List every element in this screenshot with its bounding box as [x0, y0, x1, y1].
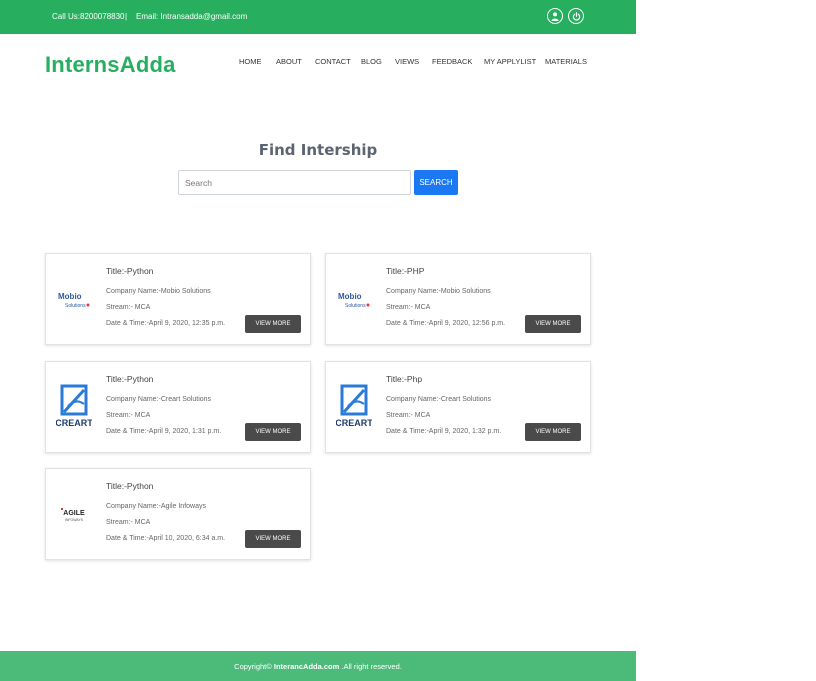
site-footer: Copyright© InterancAdda.com .All right r… — [0, 651, 636, 681]
nav-feedback[interactable]: FEEDBACK — [432, 57, 472, 66]
internship-card: Mobio Solutions Title:-Python Company Na… — [45, 253, 311, 345]
svg-text:CREART: CREART — [56, 418, 92, 428]
card-stream: Stream:- MCA — [106, 519, 151, 526]
user-icon[interactable] — [547, 8, 563, 24]
svg-text:AGILE: AGILE — [63, 510, 85, 517]
view-more-button[interactable]: VIEW MORE — [525, 423, 581, 441]
card-datetime: Date & Time:-April 9, 2020, 1:31 p.m. — [106, 428, 222, 435]
card-datetime: Date & Time:-April 10, 2020, 6:34 a.m. — [106, 535, 226, 542]
internship-card: CREART Title:-Php Company Name:-Creart S… — [325, 361, 591, 453]
top-contact-bar: Call Us:8200078830 | Email: Intransadda@… — [0, 0, 636, 34]
nav-views[interactable]: VIEWS — [395, 57, 419, 66]
svg-text:CREART: CREART — [336, 418, 372, 428]
svg-text:Solutions: Solutions — [65, 303, 86, 309]
footer-copyright-prefix: Copyright© — [234, 662, 274, 671]
nav-contact[interactable]: CONTACT — [315, 57, 351, 66]
card-company: Company Name:-Mobio Solutions — [106, 288, 211, 295]
mobio-logo: Mobio Solutions — [56, 282, 92, 318]
contact-separator: | — [125, 12, 128, 21]
view-more-button[interactable]: VIEW MORE — [245, 423, 301, 441]
card-datetime: Date & Time:-April 9, 2020, 1:32 p.m. — [386, 428, 502, 435]
user-icon-glyph — [551, 11, 559, 21]
mobio-logo: Mobio Solutions — [336, 282, 372, 318]
view-more-button[interactable]: VIEW MORE — [525, 315, 581, 333]
card-company: Company Name:-Creart Solutions — [106, 396, 212, 403]
svg-text:Solutions: Solutions — [345, 303, 366, 309]
card-datetime: Date & Time:-April 9, 2020, 12:35 p.m. — [106, 320, 226, 327]
card-stream: Stream:- MCA — [106, 412, 151, 419]
nav-my-applylist[interactable]: MY APPLYLIST — [484, 57, 536, 66]
footer-copyright-suffix: .All right reserved. — [339, 662, 402, 671]
card-title: Title:-Php — [386, 374, 423, 384]
page-title: Find Intership — [258, 141, 378, 159]
internship-card: CREART Title:-Python Company Name:-Crear… — [45, 361, 311, 453]
view-more-button[interactable]: VIEW MORE — [245, 315, 301, 333]
card-title: Title:-Python — [106, 266, 154, 276]
footer-site-link[interactable]: InterancAdda.com — [274, 662, 339, 671]
card-company: Company Name:-Mobio Solutions — [386, 288, 491, 295]
card-stream: Stream:- MCA — [386, 412, 431, 419]
nav-about[interactable]: ABOUT — [276, 57, 302, 66]
search-input[interactable] — [178, 170, 411, 195]
creart-logo: CREART — [336, 384, 372, 430]
card-title: Title:-Python — [106, 481, 154, 491]
brand-logo[interactable]: InternsAdda — [45, 52, 176, 78]
contact-phone: Call Us:8200078830 — [52, 12, 125, 21]
creart-logo: CREART — [56, 384, 92, 430]
agile-logo: AGILE INFOWAYS — [56, 497, 92, 533]
internship-card: Mobio Solutions Title:-PHP Company Name:… — [325, 253, 591, 345]
contact-email: Email: Intransadda@gmail.com — [136, 12, 248, 21]
nav-blog[interactable]: BLOG — [361, 57, 382, 66]
site-header: InternsAdda HOME ABOUT CONTACT BLOG VIEW… — [0, 34, 636, 94]
card-company: Company Name:-Agile Infoways — [106, 503, 206, 510]
card-title: Title:-Python — [106, 374, 154, 384]
card-title: Title:-PHP — [386, 266, 425, 276]
card-stream: Stream:- MCA — [106, 304, 151, 311]
svg-text:Mobio: Mobio — [338, 292, 362, 301]
card-stream: Stream:- MCA — [386, 304, 431, 311]
card-datetime: Date & Time:-April 9, 2020, 12:56 p.m. — [386, 320, 506, 327]
svg-text:Mobio: Mobio — [58, 292, 82, 301]
search-button[interactable]: SEARCH — [414, 170, 458, 195]
svg-text:INFOWAYS: INFOWAYS — [65, 518, 84, 522]
internship-card: AGILE INFOWAYS Title:-Python Company Nam… — [45, 468, 311, 560]
nav-materials[interactable]: MATERIALS — [545, 57, 587, 66]
nav-home[interactable]: HOME — [239, 57, 262, 66]
view-more-button[interactable]: VIEW MORE — [245, 530, 301, 548]
card-company: Company Name:-Creart Solutions — [386, 396, 492, 403]
power-icon — [572, 11, 580, 20]
logout-icon[interactable] — [568, 8, 584, 24]
